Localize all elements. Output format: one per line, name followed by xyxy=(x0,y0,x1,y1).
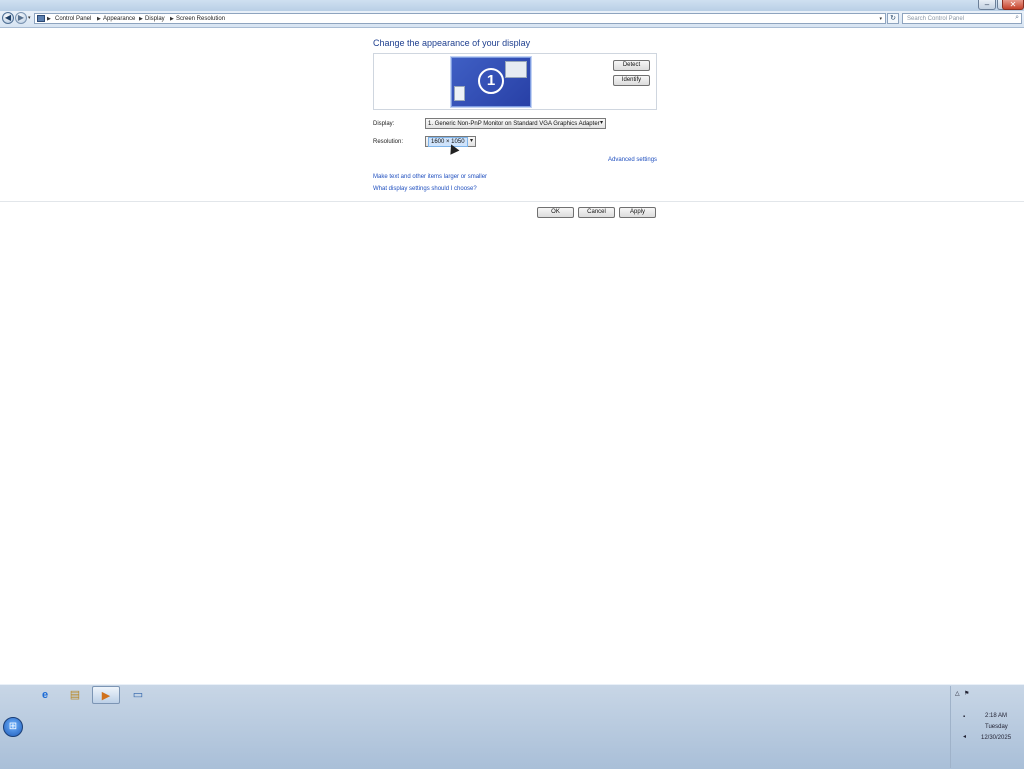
breadcrumb-separator-icon: ▶ xyxy=(139,16,143,22)
monitor-number-label: 1 xyxy=(478,68,504,94)
address-dropdown-icon[interactable]: ▾ xyxy=(879,15,882,23)
breadcrumb-separator-icon: ▶ xyxy=(47,16,51,22)
display-settings-icon[interactable]: ▭ xyxy=(124,686,152,704)
text-size-link[interactable]: Make text and other items larger or smal… xyxy=(373,173,487,181)
divider xyxy=(0,201,1024,202)
network-icon[interactable]: ▪ xyxy=(963,713,965,721)
refresh-button[interactable]: ↻ xyxy=(887,13,899,24)
navigation-bar: ◀ ▶ ▾ ▶ Control Panel ▶ Appearance ▶ Dis… xyxy=(0,11,1024,28)
search-placeholder: Search Control Panel xyxy=(907,16,965,22)
start-button[interactable]: ⊞ xyxy=(3,717,23,737)
cancel-button[interactable]: Cancel xyxy=(578,207,615,218)
display-select-value: 1. Generic Non-PnP Monitor on Standard V… xyxy=(428,121,600,127)
advanced-settings-link[interactable]: Advanced settings xyxy=(608,156,657,164)
address-field[interactable]: ▶ Control Panel ▶ Appearance ▶ Display ▶… xyxy=(34,13,886,24)
ok-button[interactable]: OK xyxy=(537,207,574,218)
clock-date[interactable]: 12/30/2025 xyxy=(981,734,1011,742)
clock-time[interactable]: 2:18 AM xyxy=(985,712,1007,720)
identify-button[interactable]: Identify xyxy=(613,75,650,86)
display-select[interactable]: 1. Generic Non-PnP Monitor on Standard V… xyxy=(425,118,606,129)
monitor-wallpaper-thumbnail-icon xyxy=(505,61,527,78)
detect-button[interactable]: Detect xyxy=(613,60,650,71)
media-player-icon[interactable]: ▶ xyxy=(92,686,120,704)
flag-icon[interactable]: ⚑ xyxy=(964,690,969,698)
breadcrumb-separator-icon: ▶ xyxy=(170,16,174,22)
folder-icon[interactable]: ▤ xyxy=(61,686,89,704)
volume-icon[interactable]: ◂ xyxy=(963,733,966,741)
display-label: Display: xyxy=(373,121,395,127)
breadcrumb-screen-resolution[interactable]: Screen Resolution xyxy=(176,15,225,23)
monitor-thumbnail-icon xyxy=(454,86,465,101)
taskbar xyxy=(0,684,1024,769)
search-icon[interactable]: ⌕ xyxy=(1015,14,1019,22)
control-panel-icon xyxy=(37,15,45,22)
page-title: Change the appearance of your display xyxy=(373,38,531,48)
apply-button[interactable]: Apply xyxy=(619,207,656,218)
close-button[interactable]: ✕ xyxy=(1002,0,1024,10)
breadcrumb-appearance[interactable]: Appearance xyxy=(103,15,135,23)
recent-pages-chevron-icon[interactable]: ▾ xyxy=(28,14,31,22)
title-bar xyxy=(0,0,1024,11)
breadcrumb-separator-icon: ▶ xyxy=(97,16,101,22)
show-hidden-icons-button[interactable]: △ xyxy=(955,690,960,698)
breadcrumb-display[interactable]: Display xyxy=(145,15,165,23)
chevron-down-icon: ▾ xyxy=(599,120,603,126)
clock-day[interactable]: Tuesday xyxy=(985,723,1008,731)
display-settings-help-link[interactable]: What display settings should I choose? xyxy=(373,185,477,193)
minimize-button[interactable]: – xyxy=(978,0,996,10)
resolution-label: Resolution: xyxy=(373,139,404,145)
search-input[interactable]: Search Control Panel ⌕ xyxy=(902,13,1022,24)
breadcrumb-control-panel[interactable]: Control Panel xyxy=(55,15,91,23)
back-button[interactable]: ◀ xyxy=(2,12,14,24)
internet-explorer-icon[interactable]: e xyxy=(31,686,59,704)
chevron-down-icon: ▾ xyxy=(469,138,473,144)
forward-button[interactable]: ▶ xyxy=(15,12,27,24)
